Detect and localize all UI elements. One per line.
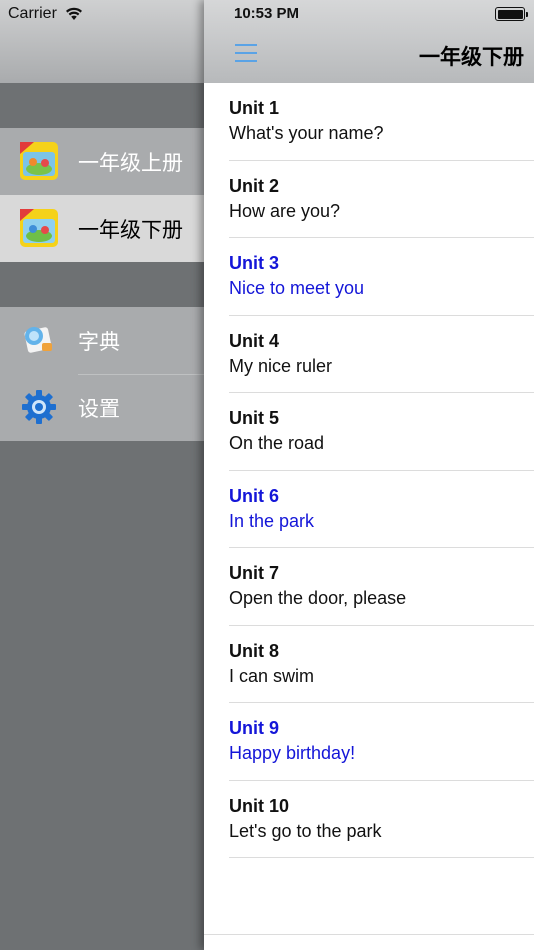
unit-title: On the road (229, 433, 325, 453)
unit-title: What's your name? (229, 123, 384, 143)
battery-icon (495, 7, 528, 21)
status-time: 10:53 PM (234, 5, 300, 22)
unit-row[interactable]: Unit 9 Happy birthday! (204, 703, 534, 781)
unit-row[interactable]: Unit 7 Open the door, please (204, 548, 534, 626)
unit-number: Unit 8 (229, 640, 280, 661)
drawer-item-label: 一年级上册 (78, 151, 183, 175)
unit-number: Unit 7 (229, 563, 280, 583)
unit-row[interactable]: Unit 3 Nice to meet you (204, 238, 534, 316)
unit-row[interactable]: Unit 10 Let's go to the park (204, 781, 534, 858)
unit-number: Unit 2 (229, 175, 280, 196)
unit-row[interactable]: Unit 6 In the park (204, 471, 534, 548)
main-panel: 10:53 PM 一年级下册 Unit 1 What's your name? Un… (204, 0, 534, 950)
unit-title: Happy birthday! (229, 743, 356, 763)
drawer-item-label: 字典 (78, 330, 120, 354)
unit-title: I can swim (229, 665, 315, 686)
unit-row[interactable]: Unit 1 What's your name? (204, 83, 534, 161)
unit-number: Unit 5 (229, 408, 280, 428)
drawer-item-label: 一年级下册 (78, 218, 183, 242)
unit-title: Nice to meet you (229, 278, 365, 298)
unit-row[interactable]: Unit 8 I can swim (204, 626, 534, 703)
unit-list: Unit 1 What's your name? Unit 2 How are you… (204, 83, 534, 858)
wifi-icon (65, 7, 83, 21)
unit-number: Unit 1 (229, 98, 280, 118)
dictionary-icon (20, 321, 58, 359)
carrier-label: Carrier (8, 5, 57, 22)
drawer-item-grade1-vol2[interactable]: 一年级下册 (0, 195, 204, 262)
status-bar-left: Carrier (8, 4, 83, 24)
drawer-item-dictionary[interactable]: 字典 (0, 307, 204, 374)
unit-row[interactable]: Unit 5 On the road (204, 393, 534, 471)
gear-icon (20, 388, 58, 426)
book-cover-icon (20, 142, 58, 180)
unit-title: Let's go to the park (229, 820, 382, 841)
row-divider (229, 857, 534, 858)
book-list: 一年级上册 一年级下册 (0, 128, 204, 262)
side-drawer: Carrier 一年级上册 一年级下册 字典 设置 (0, 0, 204, 950)
divider (204, 934, 534, 935)
unit-number: Unit 6 (229, 485, 280, 506)
unit-title: Open the door, please (229, 588, 407, 608)
drawer-item-label: 设置 (78, 397, 120, 421)
drawer-item-grade1-vol1[interactable]: 一年级上册 (0, 128, 204, 195)
nav-bar: 10:53 PM 一年级下册 (204, 0, 534, 83)
unit-row[interactable]: Unit 4 My nice ruler (204, 316, 534, 393)
unit-row[interactable]: Unit 2 How are you? (204, 161, 534, 238)
page-title: 一年级下册 (419, 46, 524, 69)
unit-title: My nice ruler (229, 355, 333, 376)
hamburger-menu-icon[interactable] (235, 43, 257, 63)
tools-list: 字典 设置 (0, 307, 204, 441)
unit-number: Unit 9 (229, 718, 280, 738)
unit-title: How are you? (229, 200, 341, 221)
unit-title: In the park (229, 510, 315, 531)
book-cover-icon (20, 209, 58, 247)
unit-number: Unit 10 (229, 795, 290, 816)
unit-number: Unit 4 (229, 330, 280, 351)
unit-number: Unit 3 (229, 253, 280, 273)
drawer-header: Carrier (0, 0, 204, 83)
drawer-item-settings[interactable]: 设置 (0, 374, 204, 441)
